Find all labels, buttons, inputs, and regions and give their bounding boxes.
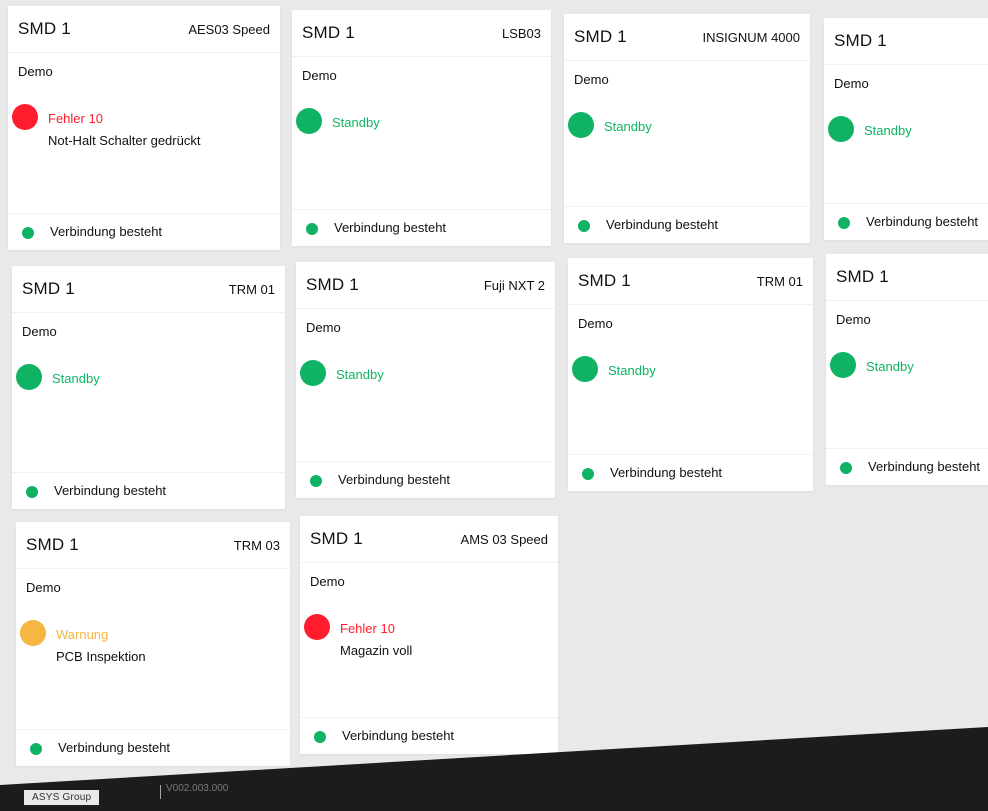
machine-card[interactable]: SMD 1 TRM 01 Demo Standby Verbindung bes… xyxy=(12,266,285,509)
connection-dot-icon xyxy=(310,475,322,487)
brand-logo: ASYS Group xyxy=(24,790,100,805)
machine-card[interactable]: SMD 1 TRM 01 Demo Standby Verbindung bes… xyxy=(568,258,813,491)
card-status: Standby xyxy=(336,367,384,382)
machine-card[interactable]: SMD 1 Fuji NXT 2 Demo Standby Verbindung… xyxy=(296,262,555,498)
connection-status: Verbindung besteht xyxy=(610,465,723,480)
card-footer: Verbindung besteht xyxy=(8,213,280,250)
footer-bar-shape xyxy=(0,727,988,811)
card-title: SMD 1 xyxy=(306,275,359,294)
version-label: V002.003.000 xyxy=(166,783,229,794)
connection-status: Verbindung besteht xyxy=(606,217,719,232)
card-message: PCB Inspektion xyxy=(56,649,146,664)
card-footer: Verbindung besteht xyxy=(826,448,988,485)
footer-separator xyxy=(160,785,161,799)
card-model: Fuji NXT 2 xyxy=(483,278,545,293)
card-footer: Verbindung besteht xyxy=(296,461,555,498)
machine-card[interactable]: SMD 1 Demo Standby Verbindung besteht xyxy=(824,18,988,240)
card-status: Standby xyxy=(864,123,912,138)
status-dot-icon xyxy=(300,360,326,386)
connection-status: Verbindung besteht xyxy=(54,483,167,498)
connection-dot-icon xyxy=(306,223,318,235)
card-message: Not-Halt Schalter gedrückt xyxy=(48,133,201,148)
machine-card[interactable]: SMD 1 AMS 03 Speed Demo Fehler 10 Magazi… xyxy=(300,516,558,754)
card-status: Standby xyxy=(608,363,656,378)
card-status: Fehler 10 xyxy=(340,621,395,636)
connection-dot-icon xyxy=(26,486,38,498)
status-dot-icon xyxy=(568,112,594,138)
status-dot-icon xyxy=(12,104,38,130)
connection-status: Verbindung besteht xyxy=(338,472,451,487)
card-title: SMD 1 xyxy=(578,271,631,290)
status-dot-icon xyxy=(572,356,598,382)
status-dot-icon xyxy=(296,108,322,134)
card-site: Demo xyxy=(22,324,57,339)
card-model: AES03 Speed xyxy=(188,22,270,37)
card-title: SMD 1 xyxy=(26,535,79,554)
card-model: AMS 03 Speed xyxy=(460,532,548,547)
connection-dot-icon xyxy=(838,217,850,229)
card-title: SMD 1 xyxy=(310,529,363,548)
card-footer: Verbindung besteht xyxy=(12,472,285,509)
card-site: Demo xyxy=(836,312,871,327)
connection-dot-icon xyxy=(578,220,590,232)
card-title: SMD 1 xyxy=(22,279,75,298)
card-footer: Verbindung besteht xyxy=(568,454,813,491)
card-site: Demo xyxy=(834,76,869,91)
status-dot-icon xyxy=(20,620,46,646)
card-title: SMD 1 xyxy=(834,31,887,50)
card-model: LSB03 xyxy=(501,26,541,41)
connection-dot-icon xyxy=(22,227,34,239)
card-site: Demo xyxy=(310,574,345,589)
connection-dot-icon xyxy=(582,468,594,480)
connection-status: Verbindung besteht xyxy=(50,224,163,239)
card-status: Fehler 10 xyxy=(48,111,103,126)
card-message: Magazin voll xyxy=(340,643,413,658)
card-model: TRM 01 xyxy=(756,274,803,289)
card-title: SMD 1 xyxy=(574,27,627,46)
card-footer: Verbindung besteht xyxy=(824,203,988,240)
card-model: TRM 03 xyxy=(233,538,280,553)
machine-card[interactable]: SMD 1 INSIGNUM 4000 Demo Standby Verbind… xyxy=(564,14,810,243)
card-status: Warnung xyxy=(56,627,109,642)
connection-dot-icon xyxy=(840,462,852,474)
machine-card[interactable]: SMD 1 Demo Standby Verbindung besteht xyxy=(826,254,988,485)
card-site: Demo xyxy=(578,316,613,331)
connection-status: Verbindung besteht xyxy=(334,220,447,235)
status-dot-icon xyxy=(16,364,42,390)
card-model: TRM 01 xyxy=(228,282,275,297)
card-site: Demo xyxy=(18,64,53,79)
status-dot-icon xyxy=(304,614,330,640)
card-model: INSIGNUM 4000 xyxy=(702,30,800,45)
card-site: Demo xyxy=(302,68,337,83)
dashboard-stage: SMD 1 AES03 Speed Demo Fehler 10 Not-Hal… xyxy=(0,0,988,811)
status-dot-icon xyxy=(828,116,854,142)
footer-bar xyxy=(0,727,988,811)
card-status: Standby xyxy=(866,359,914,374)
card-footer: Verbindung besteht xyxy=(292,209,551,246)
status-dot-icon xyxy=(830,352,856,378)
card-footer: Verbindung besteht xyxy=(564,206,810,243)
card-site: Demo xyxy=(26,580,61,595)
card-title: SMD 1 xyxy=(836,267,889,286)
card-site: Demo xyxy=(574,72,609,87)
machine-card[interactable]: SMD 1 LSB03 Demo Standby Verbindung best… xyxy=(292,10,551,246)
connection-status: Verbindung besteht xyxy=(866,214,979,229)
card-site: Demo xyxy=(306,320,341,335)
card-status: Standby xyxy=(332,115,380,130)
card-title: SMD 1 xyxy=(302,23,355,42)
card-title: SMD 1 xyxy=(18,19,71,38)
machine-card[interactable]: SMD 1 AES03 Speed Demo Fehler 10 Not-Hal… xyxy=(8,6,280,250)
connection-status: Verbindung besteht xyxy=(868,459,981,474)
card-status: Standby xyxy=(52,371,100,386)
card-status: Standby xyxy=(604,119,652,134)
